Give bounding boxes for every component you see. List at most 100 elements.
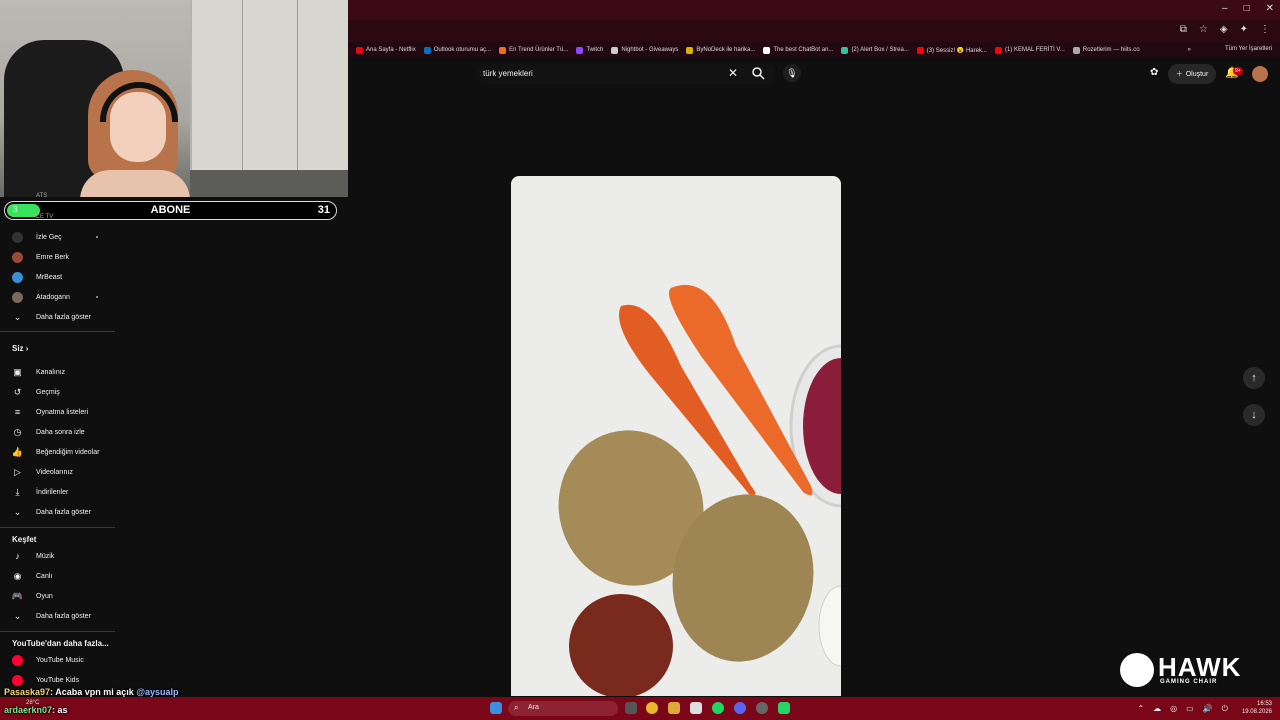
next-short-button[interactable]: ↓ <box>1243 404 1265 426</box>
bookmark-label: Nightbot - Giveaways <box>621 47 679 53</box>
sidebar-item[interactable]: ♪ Müzik <box>0 547 115 565</box>
puzzle-icon[interactable]: ✦ <box>1240 24 1248 35</box>
create-label: Oluştur <box>1185 70 1209 78</box>
tray-icon[interactable]: ⏻ <box>1222 704 1228 714</box>
bookmark-favicon-icon <box>499 46 507 54</box>
search-icon[interactable] <box>751 66 765 80</box>
tray-icon[interactable]: ▭ <box>1186 704 1194 714</box>
your-videos-icon: ▷ <box>14 466 21 477</box>
sidebar-subscription[interactable]: MrBeast <box>0 268 115 286</box>
account-avatar[interactable] <box>1252 66 1268 82</box>
clear-search-icon[interactable]: ✕ <box>728 66 738 80</box>
tray-icon[interactable]: ⌃ <box>1137 704 1144 714</box>
bookmark-label: ByNoDeck ile harika... <box>696 47 756 53</box>
obs-icon[interactable] <box>756 702 768 714</box>
sidebar-item-label: İzle Geç <box>36 233 62 241</box>
sidebar-subscription[interactable]: Atadogann <box>0 288 115 306</box>
premium-icon[interactable]: ✿ <box>1150 67 1158 78</box>
previous-short-button[interactable]: ↑ <box>1243 367 1265 389</box>
discord-icon[interactable] <box>734 702 746 714</box>
all-bookmarks-link[interactable]: Tüm Yer İşaretleri <box>1225 46 1272 52</box>
chrome-icon[interactable] <box>646 702 658 714</box>
system-tray: ⌃ ☁ ◎ ▭ 🔊 ⏻ <box>1137 704 1228 714</box>
sidebar-item[interactable]: ⌄ Daha fazla göster <box>0 503 115 521</box>
sidebar-item-label: Kanalınız <box>36 368 66 376</box>
sidebar-item[interactable]: ⤓ İndirilenler <box>0 483 115 501</box>
store-icon[interactable] <box>690 702 702 714</box>
mic-icon[interactable]: 🎙 <box>783 64 801 82</box>
bookmark-item[interactable]: En Trend Ürünler Tü... <box>499 46 568 54</box>
bookmark-star-icon[interactable]: ☆ <box>1199 24 1208 35</box>
bookmark-favicon-icon <box>1072 46 1080 54</box>
bookmark-item[interactable]: Twitch <box>576 46 604 54</box>
bookmarks-overflow-button[interactable]: » <box>1188 47 1191 53</box>
sidebar-show-more[interactable]: ⌄ Daha fazla göster <box>0 308 115 326</box>
sidebar-subscription[interactable]: Emre Berk <box>0 248 115 266</box>
chat-username: ardaerkn07 <box>4 705 53 715</box>
tray-icon[interactable]: 🔊 <box>1203 704 1213 714</box>
bookmark-item[interactable]: (3) Sessiz! 😮 Harek... <box>916 46 987 54</box>
bookmark-label: (3) Sessiz! 😮 Harek... <box>926 47 987 54</box>
sidebar-item[interactable]: ◷ Daha sonra izle <box>0 423 115 441</box>
bookmark-item[interactable]: (1) KEMAL FERİTİ V... <box>994 46 1065 54</box>
sidebar-item-label: Geçmiş <box>36 388 60 396</box>
sidebar-item[interactable]: ≡ Oynatma listeleri <box>0 403 115 421</box>
file-explorer-icon[interactable] <box>668 702 680 714</box>
minimize-button[interactable]: – <box>1222 3 1228 14</box>
section-heading-you[interactable]: Siz › <box>12 344 28 353</box>
start-icon[interactable] <box>490 702 502 714</box>
sidebar-item[interactable]: 🎮 Oyun <box>0 587 115 605</box>
spotify-icon[interactable] <box>712 702 724 714</box>
extension-icon[interactable]: ◈ <box>1220 24 1228 35</box>
bookmark-favicon-icon <box>611 46 619 54</box>
create-button[interactable]: ＋ Oluştur <box>1168 64 1216 84</box>
maximize-button[interactable]: □ <box>1244 3 1250 14</box>
sidebar-item-label: Oyun <box>36 592 53 600</box>
sidebar-subscription[interactable]: İzle Geç <box>0 228 115 246</box>
chat-message: Pasaska97: Acaba vpn mi açık @aysualp <box>4 687 179 697</box>
sidebar-item[interactable]: ▷ Videolarınız <box>0 463 115 481</box>
clock[interactable]: 16:53 19.08.2026 <box>1242 700 1272 716</box>
close-window-button[interactable]: ✕ <box>1266 3 1274 14</box>
history-icon: ↺ <box>13 386 22 397</box>
streamer-body <box>80 170 190 197</box>
menu-icon[interactable]: ⋮ <box>1260 24 1270 35</box>
plus-icon: ＋ <box>1175 71 1183 78</box>
hawk-logo-icon <box>1120 653 1154 687</box>
sidebar-item[interactable]: 👍 Beğendiğim videolar <box>0 443 115 461</box>
task-view-icon[interactable] <box>625 702 637 714</box>
partial-channel-label: ICE TV <box>34 214 54 220</box>
shorts-video[interactable] <box>511 176 841 696</box>
search-icon: ⌕ <box>514 703 519 712</box>
sidebar-item[interactable]: YouTube Music <box>0 651 115 669</box>
playlists-icon: ≡ <box>14 407 21 417</box>
hawk-tagline: GAMING CHAIR <box>1160 679 1218 685</box>
whatsapp-icon[interactable] <box>778 702 790 714</box>
bookmark-item[interactable]: (2) Alert Box / Strea... <box>841 46 909 54</box>
wardrobe <box>190 0 348 180</box>
section-heading-explore: Keşfet <box>12 535 37 544</box>
sidebar-item[interactable]: ▣ Kanalınız <box>0 363 115 381</box>
tray-icon[interactable]: ☁ <box>1153 704 1161 714</box>
clock-date: 19.08.2026 <box>1241 709 1272 715</box>
sidebar-item[interactable]: ⌄ Daha fazla göster <box>0 607 115 625</box>
search-input[interactable]: türk yemekleri <box>483 69 533 78</box>
bookmark-item[interactable]: Outlook oturumu aç... <box>423 46 491 54</box>
bookmark-item[interactable]: Rozetlerim — hiits.co <box>1072 46 1140 54</box>
bookmark-favicon-icon <box>356 46 363 54</box>
bookmark-favicon-icon <box>686 46 694 54</box>
tray-icon[interactable]: ◎ <box>1170 704 1177 714</box>
subscriber-goal-target: 31 <box>317 204 330 216</box>
sidebar-item-label: Canlı <box>36 572 53 580</box>
sidebar-item[interactable]: ↺ Geçmiş <box>0 383 115 401</box>
install-icon[interactable]: ⧉ <box>1180 24 1187 35</box>
bookmark-item[interactable]: Ana Sayfa - Netflix <box>356 46 416 54</box>
bookmark-item[interactable]: Nightbot - Giveaways <box>611 46 679 54</box>
bookmark-label: Twitch <box>586 47 604 53</box>
music-icon: ♪ <box>15 551 20 561</box>
taskbar-search[interactable]: ⌕ Ara <box>508 701 618 716</box>
onion <box>569 594 673 696</box>
bookmark-item[interactable]: The best ChatBot an... <box>763 46 833 54</box>
bookmark-item[interactable]: ByNoDeck ile harika... <box>686 46 756 54</box>
sidebar-item[interactable]: ◉ Canlı <box>0 567 115 585</box>
